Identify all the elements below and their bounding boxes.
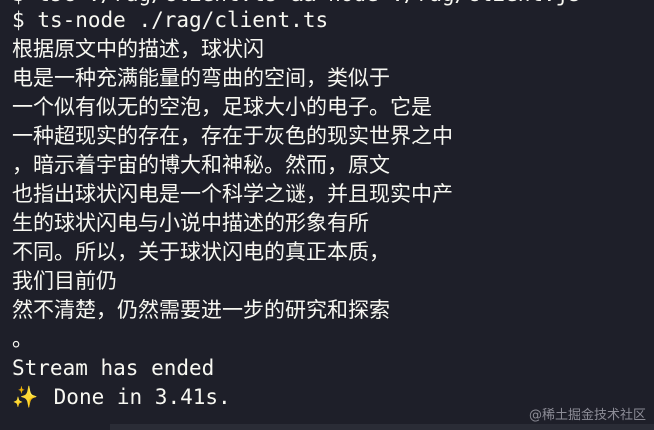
stream-status-line: Stream has ended (12, 356, 215, 380)
done-text: Done in 3.41s. (53, 385, 231, 409)
output-line: 生的球状闪电与小说中描述的形象有所 (12, 211, 369, 235)
sparkles-icon: ✨ (12, 385, 39, 409)
output-line: 一个似有似无的空泡，足球大小的电子。它是 (12, 95, 432, 119)
output-line: 一种超现实的存在，存在于灰色的现实世界之中 (12, 124, 453, 148)
output-line: 电是一种充满能量的弯曲的空间，类似于 (12, 66, 390, 90)
command-line: $ ts-node ./rag/client.ts (12, 6, 654, 35)
output-line: 根据原文中的描述，球状闪 (12, 37, 264, 61)
command-text: ts-node ./rag/client.ts (37, 8, 329, 32)
terminal-window[interactable]: $ tsc ./rag/client.ts && node ./rag/clie… (0, 0, 654, 430)
terminal-output: $ ts-node ./rag/client.ts 根据原文中的描述，球状闪 电… (12, 6, 654, 412)
output-line: ，暗示着宇宙的博大和神秘。然而，原文 (12, 153, 390, 177)
output-line: 也指出球状闪电是一个科学之谜，并且现实中产 (12, 182, 453, 206)
prompt-symbol: $ (12, 8, 25, 32)
watermark: @稀土掘金技术社区 (528, 408, 646, 423)
output-line: 然不清楚，仍然需要进一步的研究和探索 (12, 298, 390, 322)
output-line: 我们目前仍 (12, 269, 117, 293)
output-line: 不同。所以，关于球状闪电的真正本质， (12, 240, 390, 264)
bottom-scroll-strip (110, 424, 654, 430)
output-line: 。 (12, 327, 33, 351)
